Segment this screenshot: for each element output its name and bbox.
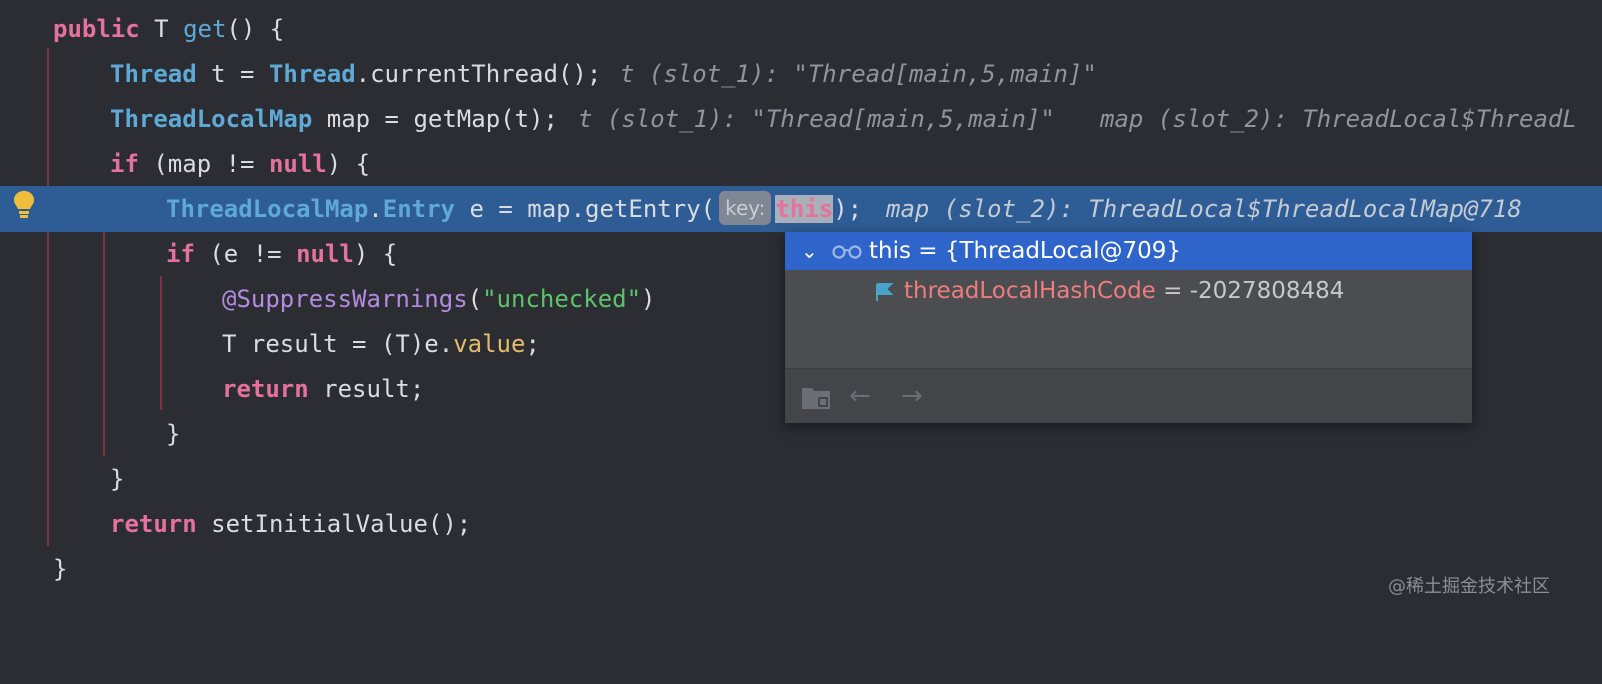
code-text: () { [226,15,285,43]
keyword: public [53,15,140,43]
keyword: return [222,375,309,403]
field-value: = -2027808484 [1155,278,1345,304]
keyword: if [110,150,139,178]
field-name: value [453,330,526,358]
code-text: . [368,195,383,223]
code-text: } [110,465,125,493]
current-execution-line[interactable]: ThreadLocalMap.Entry e = map.getEntry(ke… [0,186,1602,232]
code-line[interactable]: public T get() { [0,6,1602,52]
watermark: @稀土掘金技术社区 [1388,576,1550,597]
popup-toolbar: ← → [785,368,1472,423]
code-text: ) { [353,240,398,268]
lightbulb-icon[interactable] [12,189,36,223]
inline-debug-value: t (slot_1): "Thread[main,5,main]" [578,105,1055,133]
code-text: ( [467,285,483,313]
code-text: } [166,420,181,448]
code-line[interactable]: return setInitialValue(); [0,501,1602,547]
code-text: (map != [138,150,269,178]
forward-arrow-icon[interactable]: → [901,383,923,409]
code-text: (e != [194,240,297,268]
code-text: ) { [326,150,371,178]
code-text: .currentThread(); [355,60,602,88]
code-line[interactable]: } [0,546,1602,592]
code-text: t = [196,60,269,88]
parameter-hint: key: [719,191,772,225]
code-text: map = getMap(t); [312,105,558,133]
variable-tree-row-field[interactable]: threadLocalHashCode = -2027808484 [785,272,1472,310]
code-text: e = map.getEntry( [455,195,716,223]
inline-debug-value: map (slot_2): ThreadLocal$ThreadL [1100,105,1577,133]
code-text: T result = (T)e. [222,330,454,358]
code-text: ) [641,285,656,313]
annotation: @SuppressWarnings [222,285,468,313]
back-arrow-icon[interactable]: ← [849,383,871,409]
chevron-down-icon[interactable]: ⌄ [801,232,818,270]
code-line[interactable]: ThreadLocalMap map = getMap(t); t (slot_… [0,96,1602,142]
type-name: Entry [382,195,455,223]
variable-label: this = {ThreadLocal@709} [869,238,1182,264]
method-name: get [183,15,227,43]
keyword: return [110,510,197,538]
type-name: ThreadLocalMap [166,195,369,223]
this-reference[interactable]: this [775,195,834,223]
code-text: setInitialValue(); [196,510,472,538]
folder-icon[interactable] [801,384,831,410]
code-line[interactable]: if (map != null) { [0,141,1602,187]
type-name: ThreadLocalMap [110,105,313,133]
string-literal: "unchecked" [482,285,642,313]
inline-debug-value: t (slot_1): "Thread[main,5,main]" [620,60,1097,88]
code-line[interactable]: } [0,456,1602,502]
keyword: null [268,150,327,178]
keyword: null [296,240,354,268]
code-text: T [139,15,184,43]
code-text: ); [833,195,863,223]
inline-debug-value: map (slot_2): ThreadLocal$ThreadLocalMap… [886,195,1522,223]
variable-tree-row-this[interactable]: ⌄ this = {ThreadLocal@709} [785,232,1472,270]
debug-value-popup[interactable]: ⌄ this = {ThreadLocal@709} threadLocalHa… [785,232,1472,423]
keyword: if [166,240,195,268]
field-name-label: threadLocalHashCode [904,278,1156,304]
popup-empty-area [785,312,1472,368]
type-name: Thread [268,60,356,88]
field-flag-icon [876,283,894,301]
code-text: ; [525,330,540,358]
watch-glasses-icon [832,245,862,259]
type-name: Thread [110,60,197,88]
code-text: } [53,555,68,583]
code-line[interactable]: Thread t = Thread.currentThread(); t (sl… [0,51,1602,97]
code-text: result; [308,375,425,403]
